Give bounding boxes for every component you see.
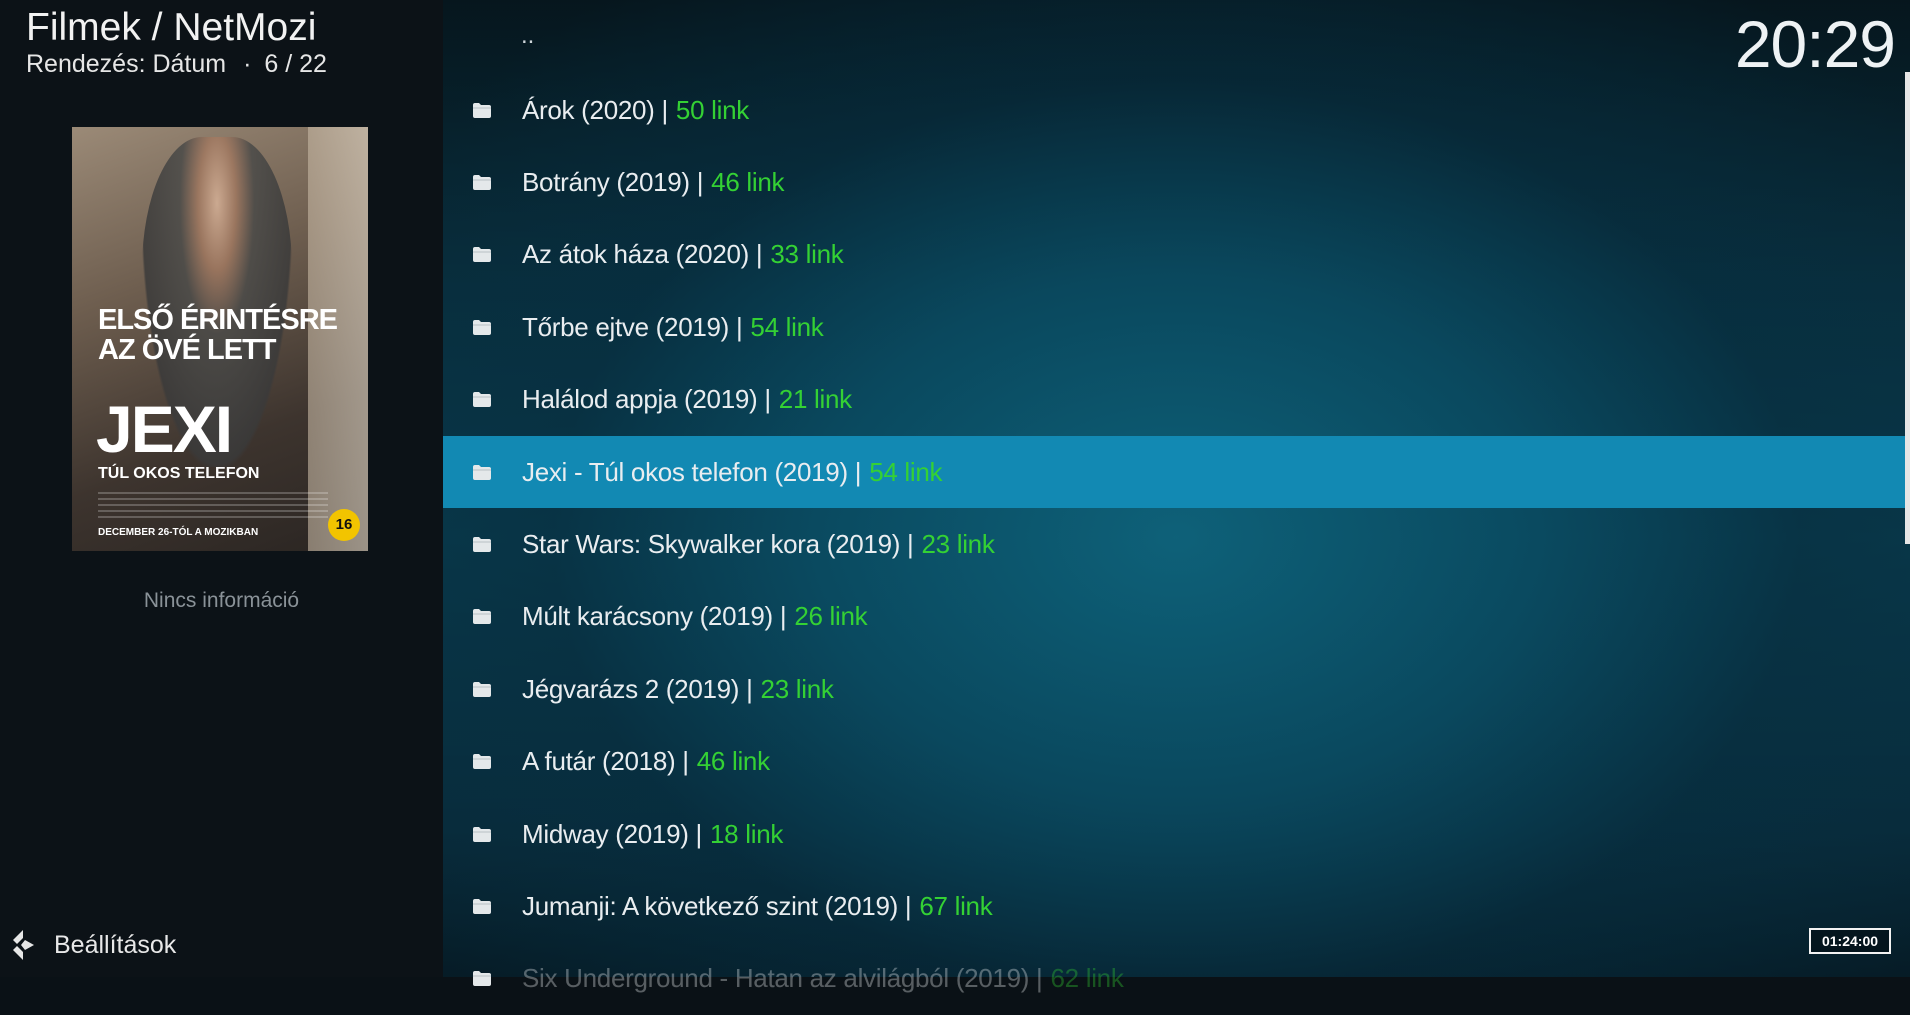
list-item[interactable]: Az átok háza (2020) | 33 link — [443, 219, 1905, 291]
list-item[interactable]: A futár (2018) | 46 link — [443, 726, 1905, 798]
no-info-label: Nincs információ — [143, 589, 300, 612]
link-count: 62 link — [1050, 963, 1124, 994]
settings-button[interactable]: Beállítások — [10, 925, 176, 965]
link-count: 21 link — [778, 384, 852, 415]
movie-poster: ELSŐ ÉRINTÉSRE AZ ÖVÉ LETT JEXI TÚL OKOS… — [72, 127, 368, 551]
list-item[interactable]: Jumanji: A következő szint (2019) | 67 li… — [443, 870, 1905, 942]
movie-title: Botrány (2019) | — [522, 166, 704, 197]
movie-title: Midway (2019) | — [522, 818, 702, 849]
folder-icon — [473, 971, 491, 987]
settings-label: Beállítások — [54, 930, 177, 959]
folder-icon — [473, 174, 491, 190]
link-count: 18 link — [710, 818, 784, 849]
page-title: Filmek / NetMozi — [26, 6, 317, 49]
link-count: 46 link — [711, 166, 785, 197]
movie-title: Múlt karácsony (2019) | — [522, 601, 787, 632]
clock: 20:29 — [1734, 7, 1896, 81]
list-item[interactable]: Jexi - Túl okos telefon (2019) | 54 link — [443, 436, 1905, 508]
folder-icon — [473, 102, 491, 118]
list-item[interactable]: Árok (2020) | 50 link — [443, 74, 1905, 146]
parent-folder-item[interactable]: .. — [521, 22, 534, 50]
sort-label: Rendezés: Dátum — [26, 50, 227, 78]
movie-title: Árok (2020) | — [522, 94, 668, 125]
poster-credits — [98, 492, 328, 522]
folder-icon — [473, 464, 491, 480]
movie-title: Jexi - Túl okos telefon (2019) | — [522, 456, 862, 487]
separator: · — [243, 50, 252, 78]
list-item[interactable]: Six Underground - Hatan az alvilágból (2… — [443, 943, 1905, 1015]
folder-icon — [473, 826, 491, 842]
folder-icon — [473, 536, 491, 552]
list-item[interactable]: Star Wars: Skywalker kora (2019) | 23 lin… — [443, 508, 1905, 580]
movie-title: Star Wars: Skywalker kora (2019) | — [522, 528, 914, 559]
folder-icon — [473, 609, 491, 625]
link-count: 26 link — [794, 601, 868, 632]
list-item[interactable]: Midway (2019) | 18 link — [443, 798, 1905, 870]
movie-title: Tőrbe ejtve (2019) | — [522, 311, 743, 342]
duration-badge: 01:24:00 — [1809, 928, 1891, 954]
poster-tagline-line-1: ELSŐ ÉRINTÉSRE — [98, 304, 338, 336]
sort-info[interactable]: Rendezés: Dátum · 6 / 22 — [26, 50, 327, 79]
list-item[interactable]: Botrány (2019) | 46 link — [443, 146, 1905, 218]
list-item[interactable]: Múlt karácsony (2019) | 26 link — [443, 581, 1905, 653]
link-count: 54 link — [869, 456, 943, 487]
folder-icon — [473, 681, 491, 697]
folder-icon — [473, 754, 491, 770]
poster-date: DECEMBER 26-TÓL A MOZIKBAN — [98, 527, 259, 538]
scrollbar[interactable] — [1905, 72, 1910, 544]
link-count: 50 link — [675, 94, 749, 125]
poster-subtitle: TÚL OKOS TELEFON — [98, 465, 260, 482]
link-count: 46 link — [696, 746, 770, 777]
link-count: 54 link — [750, 311, 824, 342]
movie-title: Halálod appja (2019) | — [522, 384, 771, 415]
main-panel: .. Árok (2020) | 50 link Botrány (2019) | 4… — [443, 0, 1910, 993]
folder-icon — [473, 392, 491, 408]
list-item[interactable]: Tőrbe ejtve (2019) | 54 link — [443, 291, 1905, 363]
item-position: 6 / 22 — [264, 50, 327, 78]
list-item[interactable]: Jégvarázs 2 (2019) | 23 link — [443, 653, 1905, 725]
poster-tagline: ELSŐ ÉRINTÉSRE AZ ÖVÉ LETT — [98, 304, 338, 366]
poster-title: JEXI — [96, 392, 233, 466]
sidebar: Filmek / NetMozi Rendezés: Dátum · 6 / 2… — [0, 0, 443, 977]
folder-icon — [473, 247, 491, 263]
movie-title: Jégvarázs 2 (2019) | — [522, 673, 753, 704]
movie-title: Six Underground - Hatan az alvilágból (2… — [522, 963, 1043, 994]
poster-tagline-line-2: AZ ÖVÉ LETT — [98, 334, 277, 366]
folder-icon — [473, 898, 491, 914]
movie-title: Az átok háza (2020) | — [522, 239, 763, 270]
link-count: 23 link — [921, 528, 995, 559]
list-item[interactable]: Halálod appja (2019) | 21 link — [443, 364, 1905, 436]
link-count: 23 link — [760, 673, 834, 704]
folder-icon — [473, 319, 491, 335]
kodi-icon — [13, 930, 34, 960]
link-count: 67 link — [919, 890, 993, 921]
link-count: 33 link — [770, 239, 844, 270]
age-rating-badge: 16 — [328, 509, 360, 541]
movie-title: Jumanji: A következő szint (2019) | — [522, 890, 912, 921]
movie-title: A futár (2018) | — [522, 746, 689, 777]
